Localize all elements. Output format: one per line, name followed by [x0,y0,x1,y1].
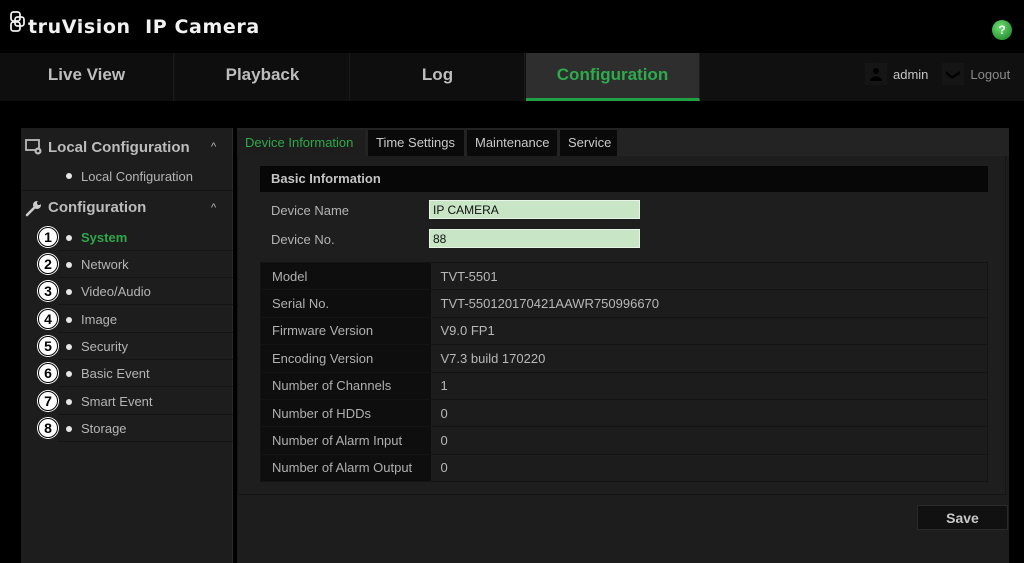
table-row: Encoding Version V7.3 build 170220 [260,344,988,373]
table-row: Firmware Version V9.0 FP1 [260,317,988,346]
bullet-icon [66,173,72,179]
info-key: Encoding Version [260,344,431,373]
nav-tab-live-view[interactable]: Live View [0,53,174,101]
tab-time-settings[interactable]: Time Settings [368,130,464,156]
content-area: Device Information Time Settings Mainten… [237,128,1009,563]
callout-badge: 1 [38,227,58,247]
sidebar-item-system[interactable]: 1 System [38,224,233,251]
sidebar-group-title: Local Configuration [48,138,190,156]
sub-tab-bar: Device Information Time Settings Mainten… [237,128,1009,156]
sidebar-group-title: Configuration [48,199,147,216]
help-icon[interactable]: ? [992,20,1012,40]
table-row: Model TVT-5501 [260,262,988,291]
bullet-icon [66,344,72,350]
sidebar-item-video-audio[interactable]: 3 Video/Audio [38,278,233,305]
bullet-icon [66,235,72,241]
device-no-label: Device No. [271,232,335,247]
monitor-gear-icon [25,138,43,156]
section-title: Basic Information [260,166,988,192]
bullet-icon [66,289,72,295]
device-info-table: Model TVT-5501 Serial No. TVT-550120170421… [260,262,988,483]
sidebar-item-label: System [81,229,128,245]
sidebar-item-label: Smart Event [81,393,153,409]
device-name-input[interactable] [429,200,640,219]
sidebar-item-image[interactable]: 4 Image [38,306,233,333]
sidebar-item-label: Video/Audio [81,283,151,299]
table-row: Number of HDDs 0 [260,399,988,428]
device-name-label: Device Name [271,203,350,218]
user-area: admin Logout [865,63,1010,85]
callout-badge: 3 [38,281,58,301]
logout-link[interactable]: Logout [970,67,1010,82]
info-key: Number of HDDs [260,399,431,428]
nav-tab-configuration[interactable]: Configuration [526,53,700,101]
chevron-up-icon[interactable]: ^ [211,141,216,153]
chevron-up-icon[interactable]: ^ [211,202,216,214]
device-information-panel: Basic Information Device Name Device No.… [237,156,1006,495]
bullet-icon [66,317,72,323]
info-value: TVT-5501 [430,262,988,291]
sidebar-item-network[interactable]: 2 Network [38,251,233,278]
info-value: 0 [430,454,988,483]
truvision-logo-icon [8,10,26,36]
info-key: Firmware Version [260,317,431,346]
info-key: Number of Channels [260,372,431,400]
username-link[interactable]: admin [893,67,928,82]
table-row: Number of Alarm Output 0 [260,454,988,483]
info-value: TVT-550120170421AAWR750996670 [430,289,988,318]
app-header: truVision IP Camera ? [0,0,1024,52]
sidebar-item-local-configuration[interactable]: Local Configuration [58,162,233,190]
main-nav: Live View Playback Log Configuration adm… [0,53,1024,101]
sidebar-item-security[interactable]: 5 Security [38,333,233,360]
sidebar-item-smart-event[interactable]: 7 Smart Event [38,388,233,415]
sidebar-item-label: Local Configuration [81,168,194,184]
callout-badge: 5 [38,336,58,356]
nav-tab-playback[interactable]: Playback [176,53,350,101]
sidebar-item-label: Basic Event [81,365,150,381]
tab-service[interactable]: Service [560,130,617,156]
info-value: V7.3 build 170220 [430,344,988,373]
callout-badge: 7 [38,391,58,411]
callout-badge: 2 [38,254,58,274]
logout-icon[interactable] [942,63,965,85]
bullet-icon [66,399,72,405]
callout-badge: 8 [38,418,58,438]
sidebar-item-storage[interactable]: 8 Storage [38,415,233,442]
info-key: Serial No. [260,289,431,318]
device-no-input[interactable] [429,229,640,248]
info-key: Number of Alarm Output [260,454,431,483]
brand-title: truVision IP Camera [28,16,260,38]
config-sidebar: Local Configuration ^ Local Configuratio… [21,128,233,563]
sidebar-group-local-configuration[interactable]: Local Configuration ^ [21,130,233,164]
tab-maintenance[interactable]: Maintenance [467,130,557,156]
sidebar-item-label: Image [81,311,118,327]
sidebar-item-label: Storage [81,420,127,436]
table-row: Number of Channels 1 [260,372,988,400]
bullet-icon [66,262,72,268]
tab-device-information[interactable]: Device Information [237,130,365,156]
callout-badge: 4 [38,309,58,329]
wrench-icon [25,199,43,217]
info-key: Model [260,262,431,291]
info-key: Number of Alarm Input [260,426,431,455]
callout-badge: 6 [38,363,58,383]
sidebar-item-label: Network [81,256,129,272]
sidebar-item-basic-event[interactable]: 6 Basic Event [38,360,233,387]
sidebar-item-label: Security [81,338,128,354]
save-button[interactable]: Save [917,505,1008,530]
info-value: V9.0 FP1 [430,317,988,346]
brand-logo: truVision IP Camera [8,10,260,38]
bullet-icon [66,426,72,432]
nav-tab-log[interactable]: Log [351,53,525,101]
info-value: 0 [430,426,988,455]
table-row: Number of Alarm Input 0 [260,426,988,455]
info-value: 1 [430,372,988,400]
info-value: 0 [430,399,988,428]
sidebar-group-configuration[interactable]: Configuration ^ [21,190,233,224]
user-icon [865,63,887,85]
table-row: Serial No. TVT-550120170421AAWR750996670 [260,289,988,318]
bullet-icon [66,371,72,377]
